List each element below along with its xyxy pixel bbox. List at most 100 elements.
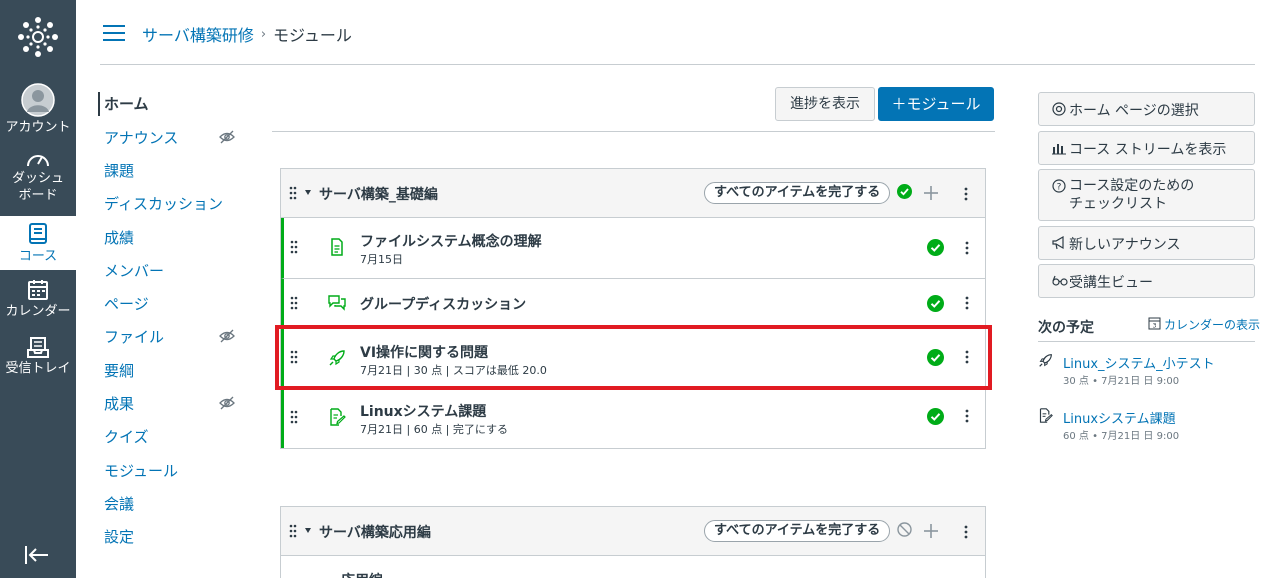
- nav-calendar-label: カレンダー: [5, 304, 71, 319]
- course-nav-label: ファイル: [104, 328, 165, 346]
- todo-item-meta: 30 点 • 7月21日 日 9:00: [1063, 376, 1180, 387]
- dashboard-icon: [27, 155, 49, 167]
- course-nav-label: ホーム: [104, 95, 149, 113]
- drag-handle-icon[interactable]: [290, 296, 298, 310]
- complete-check-icon: [897, 184, 912, 199]
- add-item-icon[interactable]: [923, 523, 939, 539]
- course-nav-files[interactable]: ファイル: [98, 325, 248, 349]
- assignment-icon: [330, 408, 346, 426]
- item-meta: 7月21日 | 60 点 | 完了にする: [360, 423, 508, 436]
- nav-dashboard-label: ダッシュ ボード: [11, 171, 64, 203]
- module-item[interactable]: グループディスカッション: [281, 279, 985, 327]
- module-item[interactable]: VI操作に関する問題 7月21日 | 30 点 | スコアは最低 20.0: [281, 327, 985, 389]
- hamburger-menu-icon[interactable]: [102, 24, 126, 42]
- not-started-icon: [897, 522, 912, 537]
- button-label: コース設定のための チェックリスト: [1069, 178, 1195, 212]
- course-nav-label: 設定: [104, 528, 135, 546]
- global-nav: アカウント ダッシュ ボード コース カレンダー 受信トレイ: [0, 0, 76, 578]
- course-nav-outcomes[interactable]: 成果: [98, 392, 248, 416]
- course-nav-syllabus[interactable]: 要綱: [98, 359, 248, 383]
- quiz-rocket-icon: [329, 350, 345, 366]
- course-setup-checklist-button[interactable]: ? コース設定のための チェックリスト: [1038, 169, 1255, 221]
- course-nav-grades[interactable]: 成績: [98, 226, 248, 250]
- course-nav-people[interactable]: メンバー: [98, 259, 248, 283]
- kebab-menu-icon[interactable]: [965, 409, 969, 423]
- todo-item-link[interactable]: Linuxシステム課題: [1063, 408, 1176, 427]
- drag-handle-icon[interactable]: [290, 410, 298, 424]
- add-item-icon[interactable]: [923, 185, 939, 201]
- breadcrumb-current: モジュール: [273, 26, 352, 45]
- book-icon: [29, 223, 47, 244]
- nav-inbox[interactable]: 受信トレイ: [0, 336, 76, 382]
- course-nav-label: ページ: [104, 295, 149, 313]
- collapse-caret-icon[interactable]: [305, 528, 311, 533]
- question-icon: ?: [1052, 179, 1066, 193]
- calendar-day-number: 3: [1153, 323, 1157, 330]
- course-nav-modules[interactable]: モジュール: [98, 459, 248, 483]
- avatar-icon: [21, 83, 55, 117]
- item-meta: 7月21日 | 30 点 | スコアは最低 20.0: [360, 364, 547, 377]
- item-meta: 7月15日: [360, 253, 403, 266]
- svg-text:?: ?: [1057, 183, 1062, 193]
- course-nav-announcements[interactable]: アナウンス: [98, 126, 248, 150]
- module-item[interactable]: ファイルシステム概念の理解 7月15日: [281, 218, 985, 279]
- course-nav-discussions[interactable]: ディスカッション: [98, 192, 248, 216]
- item-title-link[interactable]: グループディスカッション: [360, 294, 526, 314]
- module-header[interactable]: サーバ構築_基礎編 すべてのアイテムを完了する: [281, 169, 985, 218]
- course-nav-label: ディスカッション: [104, 195, 223, 213]
- stream-icon: [1052, 144, 1066, 155]
- course-nav-label: 会議: [104, 495, 135, 513]
- choose-home-page-button[interactable]: ホーム ページの選択: [1038, 92, 1255, 126]
- nav-account[interactable]: アカウント: [0, 83, 76, 139]
- kebab-menu-icon[interactable]: [964, 187, 968, 201]
- collapse-caret-icon[interactable]: [305, 190, 311, 195]
- todo-item-link[interactable]: Linux_システム_小テスト: [1063, 353, 1215, 372]
- drag-handle-icon[interactable]: [290, 240, 298, 254]
- course-nav-quizzes[interactable]: クイズ: [98, 425, 248, 449]
- page-header: サーバ構築研修 › モジュール: [100, 16, 1255, 65]
- nav-courses[interactable]: コース: [0, 216, 76, 270]
- kebab-menu-icon[interactable]: [965, 296, 969, 310]
- requirement-badge: すべてのアイテムを完了する: [704, 182, 891, 204]
- nav-inbox-label: 受信トレイ: [5, 361, 71, 376]
- drag-handle-icon[interactable]: [290, 350, 298, 364]
- collapse-nav-icon[interactable]: [24, 544, 50, 566]
- view-progress-button[interactable]: 進捗を表示: [775, 87, 875, 121]
- discussion-icon: [328, 295, 346, 311]
- nav-dashboard[interactable]: ダッシュ ボード: [0, 150, 76, 210]
- drag-handle-icon[interactable]: [289, 186, 297, 200]
- button-label: 新しいアナウンス: [1069, 237, 1181, 253]
- module-header[interactable]: サーバ構築応用編 すべてのアイテムを完了する: [281, 507, 985, 556]
- course-nav-settings[interactable]: 設定: [98, 525, 248, 549]
- drag-handle-icon[interactable]: [289, 524, 297, 538]
- module-title: サーバ構築応用編: [319, 525, 431, 541]
- kebab-menu-icon[interactable]: [964, 525, 968, 539]
- breadcrumb-separator: ›: [260, 26, 267, 42]
- course-nav-assignments[interactable]: 課題: [98, 159, 248, 183]
- hidden-eye-icon: [219, 396, 235, 410]
- kebab-menu-icon[interactable]: [965, 350, 969, 364]
- kebab-menu-icon[interactable]: [965, 241, 969, 255]
- canvas-logo-icon[interactable]: [17, 16, 59, 58]
- item-title-link[interactable]: 応用編: [341, 570, 383, 578]
- item-title-link[interactable]: VI操作に関する問題: [360, 342, 488, 362]
- student-view-button[interactable]: 受講生ビュー: [1038, 264, 1255, 298]
- glasses-icon: [1052, 275, 1068, 286]
- complete-check-icon: [927, 295, 944, 312]
- nav-calendar[interactable]: カレンダー: [0, 279, 76, 327]
- item-title-link[interactable]: ファイルシステム概念の理解: [360, 231, 542, 251]
- course-nav-pages[interactable]: ページ: [98, 292, 248, 316]
- hidden-eye-icon: [219, 329, 235, 343]
- module-item[interactable]: 応用編: [281, 556, 985, 578]
- item-title-link[interactable]: Linuxシステム課題: [360, 401, 486, 421]
- new-announcement-button[interactable]: 新しいアナウンス: [1038, 226, 1255, 260]
- course-stream-button[interactable]: コース ストリームを表示: [1038, 131, 1255, 165]
- course-nav-conferences[interactable]: 会議: [98, 492, 248, 516]
- coming-up-title: 次の予定: [1038, 320, 1094, 336]
- course-nav-label: 成果: [104, 395, 135, 413]
- add-module-button[interactable]: ＋モジュール: [878, 87, 994, 121]
- module-item[interactable]: Linuxシステム課題 7月21日 | 60 点 | 完了にする: [281, 389, 985, 448]
- breadcrumb-course-link[interactable]: サーバ構築研修: [142, 22, 254, 46]
- course-nav-label: クイズ: [104, 428, 149, 446]
- course-nav-home[interactable]: ホーム: [98, 92, 248, 116]
